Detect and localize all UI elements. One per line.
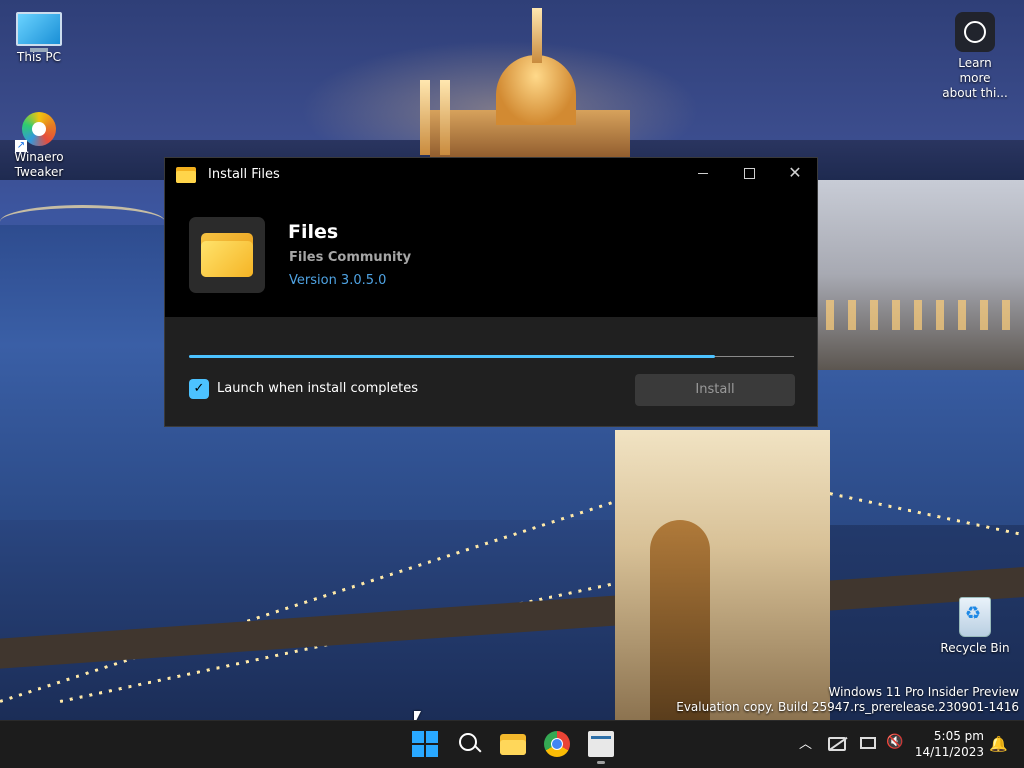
desktop-icon-winaero-tweaker[interactable]: ↗ Winaero Tweaker xyxy=(1,112,77,180)
desktop-icon-label: This PC xyxy=(17,50,61,64)
wallpaper-window-lights xyxy=(826,300,1022,330)
chrome-icon[interactable] xyxy=(544,731,570,757)
wallpaper-bridge-tower xyxy=(615,430,830,720)
clock-date: 14/11/2023 xyxy=(914,745,984,759)
speaker-muted-icon[interactable]: 🔇 xyxy=(886,734,903,750)
window-title: Install Files xyxy=(208,167,280,182)
maximize-icon xyxy=(743,167,755,179)
close-button[interactable]: ✕ xyxy=(772,158,818,190)
desktop-icon-learn-more[interactable]: Learn more about thi... xyxy=(937,12,1013,101)
installer-window: Install Files ✕ Files Files Community Ve… xyxy=(164,157,818,427)
wallpaper-spire xyxy=(532,8,542,63)
watermark-line-1: Windows 11 Pro Insider Preview xyxy=(828,685,1019,699)
app-logo xyxy=(189,217,265,293)
taskbar: ︿ 🔇 5:05 pm 14/11/2023 🔔 xyxy=(0,720,1024,768)
app-publisher: Files Community xyxy=(289,250,412,265)
network-disconnected-icon[interactable] xyxy=(828,737,846,751)
launch-checkbox-label[interactable]: Launch when install completes xyxy=(217,381,418,396)
desktop-icon-label: Recycle Bin xyxy=(940,641,1010,655)
wallpaper-spire xyxy=(440,80,450,155)
minimize-icon xyxy=(698,172,708,174)
running-indicator xyxy=(597,761,605,764)
desktop-icon-label: Winaero Tweaker xyxy=(14,150,64,179)
start-icon[interactable] xyxy=(412,731,438,757)
system-clock[interactable]: 5:05 pm 14/11/2023 xyxy=(914,728,984,760)
file-explorer-icon[interactable] xyxy=(500,731,526,757)
display-icon[interactable] xyxy=(860,737,876,749)
search-icon[interactable] xyxy=(457,731,483,757)
minimize-button[interactable] xyxy=(680,158,726,190)
winaero-tweaker-icon xyxy=(22,112,56,146)
clock-time: 5:05 pm xyxy=(933,729,984,743)
monitor-icon xyxy=(16,12,62,52)
watermark-line-2: Evaluation copy. Build 25947.rs_prerelea… xyxy=(676,700,1019,714)
launch-checkbox[interactable]: ✓ xyxy=(189,379,209,399)
install-button: Install xyxy=(635,374,795,406)
evaluation-watermark: Windows 11 Pro Insider Preview Evaluatio… xyxy=(676,685,1019,715)
install-progress-fill xyxy=(189,355,716,358)
folder-icon xyxy=(176,167,196,183)
wallpaper-buildings xyxy=(818,180,1024,370)
app-installer-icon[interactable] xyxy=(588,731,614,757)
close-icon: ✕ xyxy=(788,163,802,182)
maximize-button[interactable] xyxy=(726,158,772,190)
title-bar[interactable]: Install Files ✕ xyxy=(165,158,817,192)
notification-bell-icon[interactable]: 🔔 xyxy=(989,735,1008,753)
shortcut-arrow-icon: ↗ xyxy=(15,140,27,152)
recycle-bin-icon xyxy=(959,597,991,637)
desktop-icon-label: Learn more about thi... xyxy=(942,56,1008,100)
install-progress-bar xyxy=(189,355,794,358)
show-hidden-icons-chevron-icon[interactable]: ︿ xyxy=(799,733,812,752)
install-panel: ✓ Launch when install completes Install xyxy=(165,317,817,426)
checkmark-icon: ✓ xyxy=(193,381,205,396)
wallpaper-dome xyxy=(496,55,576,125)
learn-more-icon xyxy=(955,12,995,52)
wallpaper-spire xyxy=(420,80,430,155)
app-version: Version 3.0.5.0 xyxy=(289,273,387,288)
app-name: Files xyxy=(288,221,339,243)
desktop-icon-this-pc[interactable]: This PC xyxy=(1,12,77,65)
wallpaper-distant-bridge xyxy=(0,205,165,238)
files-app-icon xyxy=(201,233,253,277)
desktop-icon-recycle-bin[interactable]: Recycle Bin xyxy=(937,597,1013,656)
